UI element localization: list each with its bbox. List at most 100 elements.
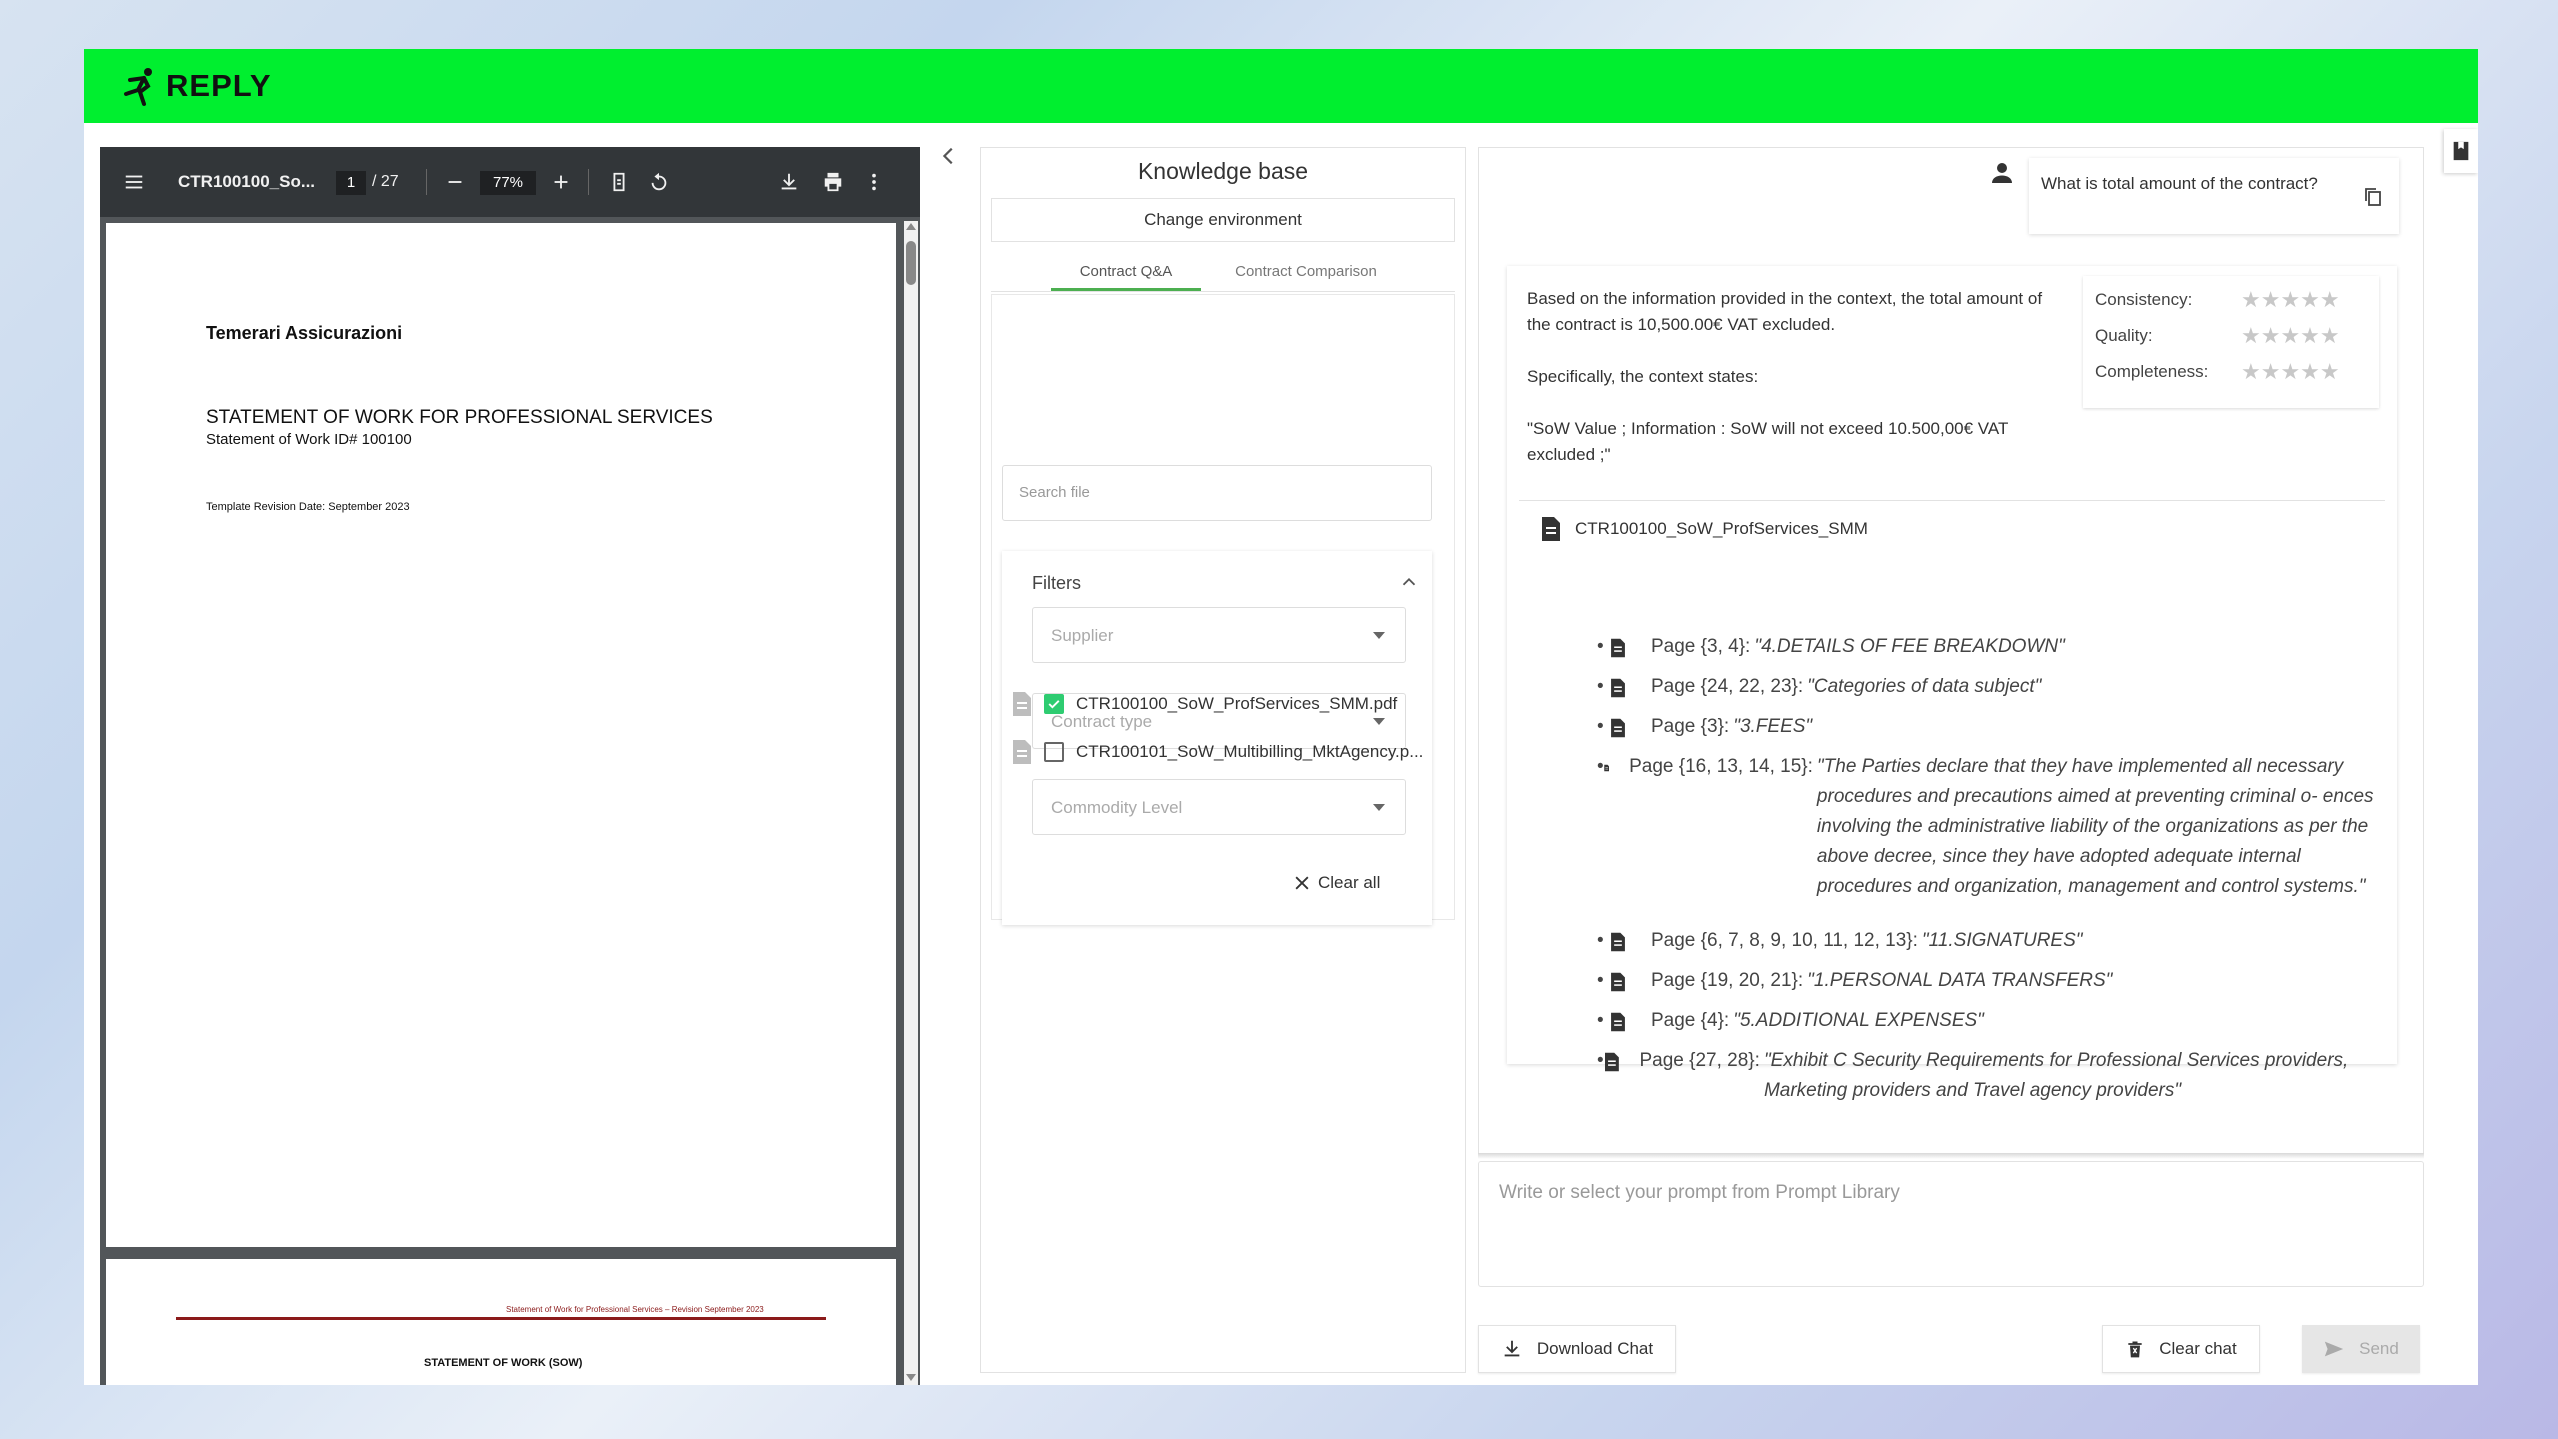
copy-icon[interactable]: [2363, 186, 2383, 208]
source-quote: "The Parties declare that they have impl…: [1816, 756, 2374, 897]
user-message: What is total amount of the contract?: [2029, 158, 2399, 234]
document-icon: [1611, 972, 1625, 992]
tab-contract-qa[interactable]: Contract Q&A: [1051, 254, 1201, 290]
source-quote: "11.SIGNATURES": [1921, 930, 2083, 951]
rating-label: Consistency:: [2095, 290, 2193, 309]
more-options-icon[interactable]: [862, 147, 886, 217]
clear-chat-button[interactable]: Clear chat: [2102, 1325, 2260, 1373]
user-avatar-icon: [1992, 163, 2012, 183]
caret-down-icon: [1373, 718, 1385, 725]
source-item[interactable]: • Page {16, 13, 14, 15}: "The Parties decl…: [1597, 752, 2377, 902]
supplier-select-label: Supplier: [1051, 626, 1114, 645]
bullet: •: [1597, 716, 1604, 737]
trash-icon: [2128, 1341, 2142, 1358]
company-name: Temerari Assicurazioni: [206, 323, 403, 343]
document-icon: [1603, 764, 1609, 772]
source-document-name: CTR100100_SoW_ProfServices_SMM: [1575, 519, 1868, 538]
pdf-scroll-thumb[interactable]: [906, 241, 916, 285]
source-pages: Page {16, 13, 14, 15}:: [1629, 756, 1813, 777]
chat-panel-shadow: [1478, 1153, 2424, 1159]
star-rating[interactable]: ★★★★★: [2241, 318, 2340, 354]
divider: [1519, 500, 2385, 501]
clear-all-button[interactable]: Clear all: [1292, 873, 1380, 893]
bullet: •: [1597, 676, 1604, 697]
chevron-up-icon[interactable]: [1398, 571, 1420, 593]
knowledge-base-panel: Knowledge base Change environment Contra…: [980, 147, 1466, 1373]
bullet: •: [1597, 756, 1604, 777]
source-pages: Page {19, 20, 21}:: [1651, 970, 1804, 991]
zoom-level[interactable]: 77%: [480, 171, 536, 195]
file-icon: [1013, 740, 1031, 764]
rotate-icon[interactable]: [644, 147, 674, 217]
document-subheading: Statement of Work ID# 100100: [206, 431, 412, 448]
source-pages: Page {4}:: [1651, 1010, 1730, 1031]
source-quote: "Categories of data subject": [1807, 676, 2042, 697]
prompt-input[interactable]: Write or select your prompt from Prompt …: [1478, 1161, 2424, 1287]
caret-down-icon: [1373, 632, 1385, 639]
bullet: •: [1597, 930, 1604, 951]
contract-qa-panel: Search file Filters Supplier Contract ty…: [991, 294, 1455, 925]
source-item[interactable]: • Page {19, 20, 21}: "1.PERSONAL DATA TRAN…: [1597, 966, 2377, 996]
source-pages: Page {3}:: [1651, 716, 1730, 737]
scroll-down-icon[interactable]: [906, 1374, 916, 1381]
filters-label: Filters: [1032, 573, 1081, 593]
source-quote: "3.FEES": [1733, 716, 1813, 737]
top-bar: REPLY: [84, 49, 2478, 123]
page-number-input[interactable]: 1: [336, 171, 366, 195]
check-icon: [1048, 700, 1060, 709]
caret-down-icon: [1373, 804, 1385, 811]
document-icon: [1611, 678, 1625, 698]
commodity-level-select-label: Commodity Level: [1051, 798, 1183, 817]
bullet: •: [1597, 970, 1604, 991]
source-quote: "4.DETAILS OF FEE BREAKDOWN": [1754, 636, 2065, 657]
scroll-up-icon[interactable]: [906, 223, 916, 230]
commodity-level-select[interactable]: Commodity Level: [1032, 779, 1406, 835]
file-list-item[interactable]: CTR100100_SoW_ProfServices_SMM.pdf: [1012, 689, 1397, 719]
answer-paragraph: Based on the information provided in the…: [1527, 289, 2043, 334]
supplier-select[interactable]: Supplier: [1032, 607, 1406, 663]
search-file-input[interactable]: Search file: [1002, 465, 1432, 521]
clear-all-label: Clear all: [1318, 873, 1381, 892]
pdf-file-title: CTR100100_So...: [178, 172, 316, 191]
source-item[interactable]: • Page {6, 7, 8, 9, 10, 11, 12, 13}: "11.S…: [1597, 926, 2377, 956]
zoom-out-icon[interactable]: [440, 147, 470, 217]
collapse-chevron-icon[interactable]: [936, 143, 962, 169]
fit-page-icon[interactable]: [604, 147, 634, 217]
source-item[interactable]: • Page {3, 4}: "4.DETAILS OF FEE BREAKDOWN…: [1597, 632, 2377, 662]
file-list-item[interactable]: CTR100101_SoW_Multibilling_MktAgency.p..…: [1012, 737, 1423, 767]
star-rating[interactable]: ★★★★★: [2241, 282, 2340, 318]
rating-label: Quality:: [2095, 326, 2153, 345]
download-chat-button[interactable]: Download Chat: [1478, 1325, 1676, 1373]
tab-contract-comparison[interactable]: Contract Comparison: [1211, 254, 1401, 290]
app-window: REPLY CTR100100_So... 1 / 27 77% Temerar…: [84, 49, 2478, 1385]
pdf-scrollbar[interactable]: [904, 221, 918, 1385]
download-icon[interactable]: [774, 147, 804, 217]
source-item[interactable]: • Page {24, 22, 23}: "Categories of data s…: [1597, 672, 2377, 702]
bullet: •: [1597, 1010, 1604, 1031]
pdf-page-1: Temerari Assicurazioni STATEMENT OF WORK…: [106, 223, 896, 1247]
change-environment-button[interactable]: Change environment: [991, 198, 1455, 242]
source-item[interactable]: • Page {27, 28}: "Exhibit C Security Requi…: [1597, 1046, 2377, 1106]
zoom-in-icon[interactable]: [546, 147, 576, 217]
file-name: CTR100101_SoW_Multibilling_MktAgency.p..…: [1076, 742, 1424, 761]
menu-icon[interactable]: [114, 147, 154, 217]
file-icon: [1013, 692, 1031, 716]
file-checkbox[interactable]: [1044, 694, 1064, 714]
send-button[interactable]: Send: [2302, 1325, 2420, 1373]
pdf-page-2: Statement of Work for Professional Servi…: [106, 1259, 896, 1385]
source-document[interactable]: CTR100100_SoW_ProfServices_SMM: [1541, 512, 1868, 546]
bullet: •: [1597, 636, 1604, 657]
send-label: Send: [2359, 1339, 2399, 1358]
file-checkbox[interactable]: [1044, 742, 1064, 762]
print-icon[interactable]: [818, 147, 848, 217]
source-item[interactable]: • Page {4}: "5.ADDITIONAL EXPENSES": [1597, 1006, 2377, 1036]
source-quote: "Exhibit C Security Requirements for Pro…: [1763, 1050, 2349, 1101]
rating-completeness: Completeness: ★★★★★: [2095, 354, 2340, 390]
rating-consistency: Consistency: ★★★★★: [2095, 282, 2340, 318]
download-icon: [1504, 1340, 1520, 1357]
rating-label: Completeness:: [2095, 362, 2209, 381]
book-icon[interactable]: [2444, 129, 2478, 173]
star-rating[interactable]: ★★★★★: [2241, 354, 2340, 390]
rating-quality: Quality: ★★★★★: [2095, 318, 2340, 354]
source-item[interactable]: • Page {3}: "3.FEES": [1597, 712, 2377, 742]
